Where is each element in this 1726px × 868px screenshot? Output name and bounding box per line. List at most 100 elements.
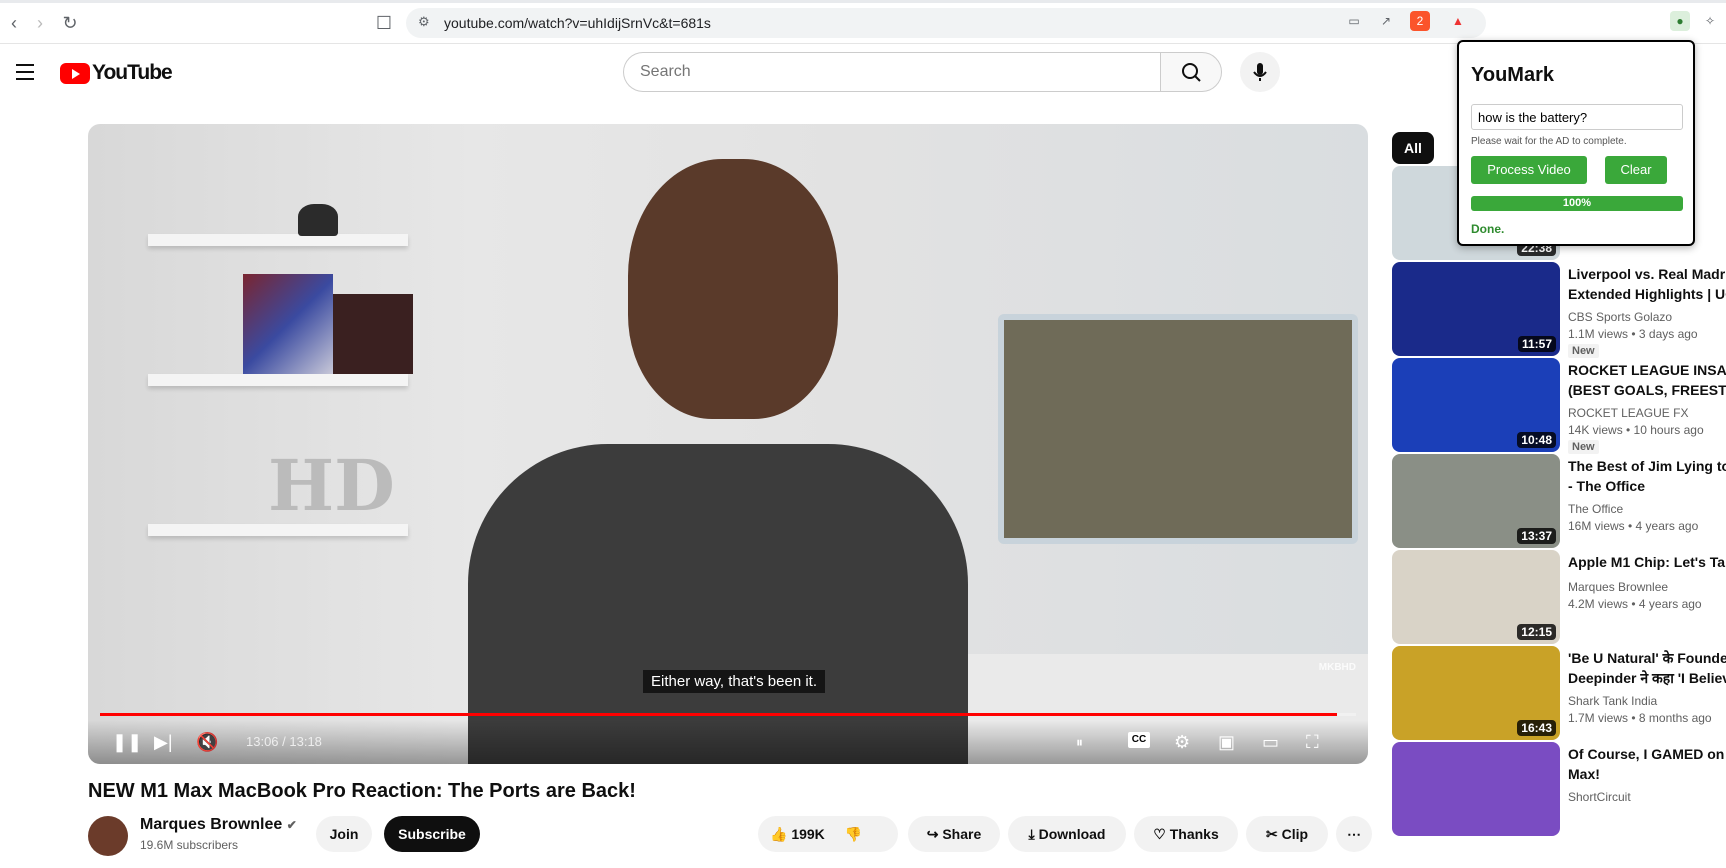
recommendation-item[interactable]: Of Course, I GAMED on th Max! ShortCircuit [1392,742,1726,836]
next-button[interactable]: ▶| [154,732,173,752]
recommendation-item[interactable]: 13:37 The Best of Jim Lying to D- The Off… [1392,454,1726,548]
recommendation-meta: 14K views • 10 hours ago [1568,423,1704,437]
autoplay-toggle[interactable]: ⏸ [1076,732,1083,752]
site-settings-icon[interactable]: ⚙ [418,14,430,30]
subscriber-count: 19.6M subscribers [140,838,239,852]
channel-row: Marques Brownlee ✔ 19.6M subscribers Joi… [88,814,1372,856]
miniplayer-icon[interactable]: ▣ [1218,732,1235,752]
verified-icon: ✔ [286,818,297,832]
clear-button[interactable]: Clear [1605,156,1667,184]
ad-wait-note: Please wait for the AD to complete. [1471,136,1627,147]
recommendation-channel[interactable]: Shark Tank India [1568,694,1657,708]
theater-mode-icon[interactable]: ▭ [1262,732,1279,752]
back-icon[interactable]: ‹ [4,13,24,33]
like-count[interactable]: 199K [791,826,824,842]
recommendation-title[interactable]: Of Course, I GAMED on th Max! [1568,744,1726,784]
recommendation-channel[interactable]: Marques Brownlee [1568,580,1668,594]
recommendation-meta: 1.1M views • 3 days ago [1568,327,1698,341]
video-title: NEW M1 Max MacBook Pro Reaction: The Por… [88,780,636,802]
recommendation-item[interactable]: 16:43 'Be U Natural' के Founder Deepinder … [1392,646,1726,740]
url-text: youtube.com/watch?v=uhIdijSrnVc&t=681s [444,15,711,31]
recommendation-meta: 4.2M views • 4 years ago [1568,597,1702,611]
recommendation-item[interactable]: 11:57 Liverpool vs. Real Madrid Extended H… [1392,262,1726,358]
youtube-play-icon [60,62,90,84]
recommendation-title[interactable]: Apple M1 Chip: Let's Talk! [1568,552,1726,572]
chip-all[interactable]: All [1392,132,1434,164]
youtube-logo[interactable]: YouTube [60,61,173,85]
filter-chips: All [1392,132,1434,164]
voice-search-button[interactable] [1240,52,1280,92]
brave-shield-icon[interactable]: 2 [1410,11,1430,31]
recommendation-thumbnail[interactable]: 12:15 [1392,550,1560,644]
video-frame-shelf: HD [148,124,448,764]
recommendation-thumbnail[interactable]: 11:57 [1392,262,1560,356]
captions-button[interactable]: CC [1128,732,1150,748]
bookmark-icon[interactable]: ☐ [374,13,394,33]
duration-badge: 13:37 [1517,528,1556,544]
like-dislike-group: 👍 199K 👎 [758,816,898,852]
player-controls: ❚❚ ▶| 🔇 13:06 / 13:18 ⏸ CC ⚙ ▣ ▭ ⛶ [88,720,1368,764]
recommendation-channel[interactable]: The Office [1568,502,1623,516]
menu-icon[interactable] [16,64,34,85]
recommendation-channel[interactable]: ROCKET LEAGUE FX [1568,406,1688,420]
settings-icon[interactable]: ⚙ [1174,732,1190,752]
youmark-popup: YouMark Please wait for the AD to comple… [1457,40,1695,246]
recommendation-thumbnail[interactable]: 13:37 [1392,454,1560,548]
progress-bar[interactable] [100,713,1356,716]
pause-button[interactable]: ❚❚ [112,732,142,752]
recommendation-title[interactable]: The Best of Jim Lying to D- The Office [1568,456,1726,496]
forward-icon[interactable]: › [30,13,50,33]
rewards-icon[interactable]: ▲ [1448,11,1468,31]
status-text: Done. [1471,222,1505,236]
fullscreen-icon[interactable]: ⛶ [1306,732,1319,752]
video-frame-person-head [628,159,838,419]
thanks-button[interactable]: ♡ Thanks [1134,816,1238,852]
progress-bar-played [100,713,1338,716]
recommendation-item[interactable]: 12:15 Apple M1 Chip: Let's Talk! Marques B… [1392,550,1726,644]
recommendation-title[interactable]: 'Be U Natural' के Founder Deepinder ने कह… [1568,648,1726,688]
video-frame-person-body [468,444,968,764]
download-button[interactable]: ⤓ Download [1008,816,1126,852]
address-bar[interactable]: ⚙ youtube.com/watch?v=uhIdijSrnVc&t=681s [406,8,1486,38]
recommendation-meta: 1.7M views • 8 months ago [1568,711,1712,725]
question-input[interactable] [1471,104,1683,130]
process-progress-fill: 100% [1471,196,1683,211]
duration-badge: 10:48 [1517,432,1556,448]
search-button[interactable] [1160,52,1222,92]
process-progress-bar: 100% [1471,196,1683,211]
cast-icon[interactable]: ▭ [1344,11,1364,31]
recommendation-title[interactable]: ROCKET LEAGUE INSANI(BEST GOALS, FREESTY… [1568,360,1726,400]
channel-name[interactable]: Marques Brownlee ✔ [140,816,297,834]
video-player[interactable]: HD MKBHD Either way, that's been it. ❚❚ … [88,124,1368,764]
recommendation-thumbnail[interactable]: 16:43 [1392,646,1560,740]
clip-button[interactable]: ✂ Clip [1246,816,1328,852]
recommendation-item[interactable]: 10:48 ROCKET LEAGUE INSANI (BEST GOALS, FR… [1392,358,1726,454]
channel-watermark: MKBHD [1318,662,1356,673]
mute-button[interactable]: 🔇 [196,732,218,752]
download-icon: ⤓ [1028,826,1035,842]
recommendation-channel[interactable]: ShortCircuit [1568,790,1631,804]
youmark-extension-icon[interactable]: ● [1670,11,1690,31]
process-video-button[interactable]: Process Video [1471,156,1587,184]
join-button[interactable]: Join [316,816,372,852]
share-icon[interactable]: ↗ [1376,11,1396,31]
search-input[interactable] [640,63,1090,81]
share-icon: ↪ [926,826,939,842]
duration-badge: 12:15 [1517,624,1556,640]
recommendation-thumbnail[interactable] [1392,742,1560,836]
like-icon[interactable]: 👍 [770,826,787,842]
new-badge: New [1568,344,1599,358]
reload-icon[interactable]: ↻ [60,13,80,33]
dislike-icon[interactable]: 👎 [845,826,862,842]
channel-avatar[interactable] [88,816,128,856]
recommendation-channel[interactable]: CBS Sports Golazo [1568,310,1672,324]
share-button[interactable]: ↪ Share [908,816,1000,852]
subscribe-button[interactable]: Subscribe [384,816,480,852]
time-display: 13:06 / 13:18 [246,734,322,749]
extensions-puzzle-icon[interactable]: ✧ [1700,11,1720,31]
more-actions-button[interactable]: ⋯ [1336,816,1372,852]
search-box [623,52,1161,92]
recommendation-title[interactable]: Liverpool vs. Real Madrid Extended Highli… [1568,264,1726,304]
browser-toolbar: ‹ › ↻ ☐ ⚙ youtube.com/watch?v=uhIdijSrnV… [0,0,1726,44]
recommendation-thumbnail[interactable]: 10:48 [1392,358,1560,452]
